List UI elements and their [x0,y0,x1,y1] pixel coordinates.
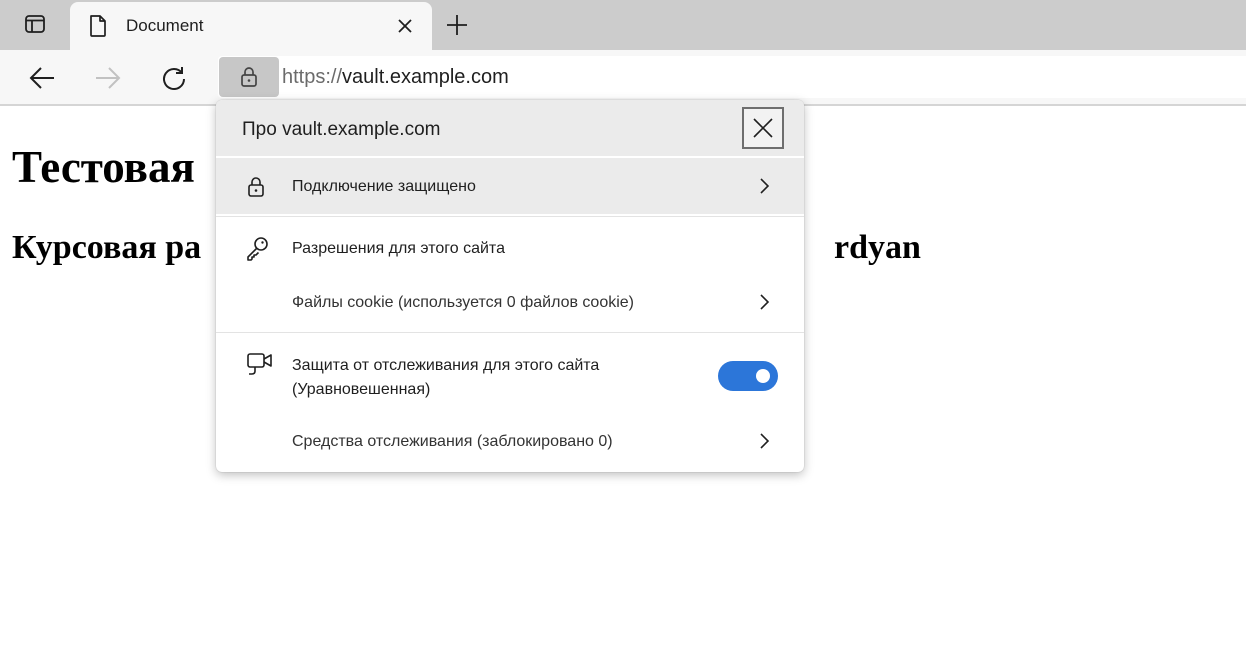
site-info-flyout: Про vault.example.com Подключение защище… [216,100,804,472]
flyout-header: Про vault.example.com [216,100,804,156]
active-tab[interactable]: Document [70,2,432,50]
tracking-prevention-label: Защита от отслеживания для этого сайта (У… [292,354,599,402]
forward-arrow-icon [96,67,121,89]
trackers-row[interactable]: Средства отслеживания (заблокировано 0) [216,412,804,470]
lock-icon [248,177,264,197]
camera-icon [247,353,272,375]
cookies-row[interactable]: Файлы cookie (используется 0 файлов cook… [216,274,804,330]
cookies-label: Файлы cookie (используется 0 файлов cook… [292,294,635,311]
toggle-knob [756,369,770,383]
refresh-icon [163,67,185,90]
url-host: vault.example.com [342,66,509,88]
url-scheme: https:// [282,66,343,88]
chevron-right-icon [760,294,770,310]
tracking-prevention-toggle[interactable] [718,361,778,391]
divider [216,332,804,333]
forward-button[interactable] [90,60,126,96]
plus-icon [447,15,467,35]
connection-secure-row[interactable]: Подключение защищено [216,158,804,214]
site-info-button[interactable] [219,57,279,97]
close-icon [398,19,412,33]
tracking-label-line1: Защита от отслеживания для этого сайта [292,357,600,374]
back-button[interactable] [24,60,60,96]
tracking-label-line2: (Уравновешенная) [292,381,431,398]
refresh-button[interactable] [156,60,192,96]
back-arrow-icon [29,67,54,89]
page-heading: Тестовая [12,142,195,192]
page-subheading-right: rdyan [834,229,921,266]
tracking-prevention-row: Защита от отслеживания для этого сайта (У… [216,334,804,410]
trackers-label: Средства отслеживания (заблокировано 0) [292,433,613,450]
chevron-right-icon [760,433,770,449]
close-tab-button[interactable] [394,15,416,37]
page-subheading-left: Курсовая ра [12,229,202,266]
close-icon [753,118,773,138]
chevron-right-icon [760,178,770,194]
permissions-label: Разрешения для этого сайта [292,240,505,257]
divider [216,216,804,217]
permissions-section-header: Разрешения для этого сайта [216,218,804,274]
tab-actions-button[interactable] [0,0,70,48]
connection-secure-label: Подключение защищено [292,178,476,195]
key-icon [247,237,268,261]
flyout-title: Про vault.example.com [242,119,441,140]
page-icon [90,15,106,37]
address-url[interactable]: https://vault.example.com [282,66,509,89]
toolbar [0,50,1246,106]
tab-title: Document [126,16,204,35]
tab-strip: Document [0,0,1246,50]
new-tab-button[interactable] [440,9,474,41]
tab-actions-icon [25,15,45,33]
lock-icon [241,67,257,87]
flyout-close-button[interactable] [742,107,784,149]
